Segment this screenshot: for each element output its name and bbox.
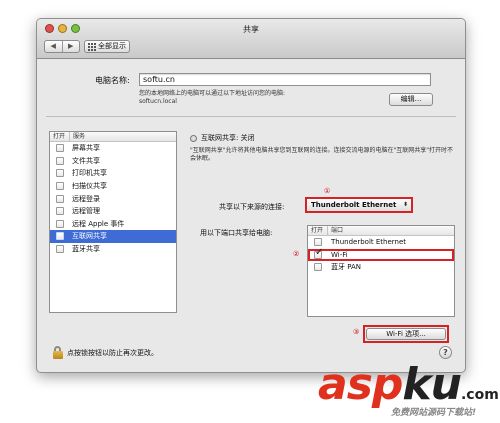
service-list: 打开 服务 屏幕共享 文件共享 打印机共享 扫描仪共享 远程登录 远程管理 远程… <box>49 131 177 313</box>
port-row-wifi[interactable]: ✓ Wi-Fi <box>308 247 454 261</box>
service-label: 扫描仪共享 <box>72 182 107 191</box>
annotation-marker-3: ③ <box>353 328 360 336</box>
port-list: 打开 端口 Thunderbolt Ethernet ✓ Wi-Fi 蓝牙 PA… <box>307 225 455 317</box>
service-row-scanner-sharing[interactable]: 扫描仪共享 <box>50 180 176 193</box>
service-label: 文件共享 <box>72 156 100 165</box>
internet-sharing-status: 互联网共享: 关闭 <box>190 133 255 143</box>
port-row-thunderbolt[interactable]: Thunderbolt Ethernet <box>308 236 454 249</box>
updown-arrows-icon: ⬍ <box>402 201 408 208</box>
window-title: 共享 <box>243 25 259 34</box>
service-checkbox[interactable] <box>56 245 64 254</box>
wifi-options-highlight: Wi-Fi 选项... <box>363 325 449 343</box>
service-row-remote-management[interactable]: 远程管理 <box>50 205 176 218</box>
port-label: 蓝牙 PAN <box>331 263 362 272</box>
service-label: 互联网共享 <box>72 232 107 241</box>
service-checkbox[interactable] <box>56 182 64 191</box>
header-on: 打开 <box>50 132 70 141</box>
service-list-header: 打开 服务 <box>50 132 176 142</box>
share-from-select[interactable]: Thunderbolt Ethernet ⬍ <box>305 197 413 213</box>
watermark-ku: ku <box>402 359 462 410</box>
internet-sharing-description: "互联网共享"允许将其他电脑共享您到互联网的连接。连接交流电源的电脑在"互联网共… <box>190 147 454 162</box>
port-checkbox[interactable] <box>314 238 322 247</box>
service-label: 屏幕共享 <box>72 144 100 153</box>
header-on: 打开 <box>308 226 328 235</box>
service-checkbox[interactable] <box>56 219 64 228</box>
service-checkbox[interactable] <box>56 207 64 216</box>
share-to-label: 用以下端口共享给电脑: <box>200 229 273 237</box>
service-row-remote-apple-events[interactable]: 远程 Apple 事件 <box>50 218 176 231</box>
lock-area: 点按锁按钮以防止再次更改。 <box>53 346 158 359</box>
forward-icon[interactable]: ▶ <box>61 41 80 52</box>
status-dot-icon <box>190 134 197 142</box>
sharing-window: 共享 ◀ ▶ 全部显示 电脑名称: softu.cn 您的本地网络上的电脑可以通… <box>36 18 466 373</box>
port-label: Wi-Fi <box>331 250 348 259</box>
service-checkbox[interactable] <box>56 156 64 165</box>
port-label: Thunderbolt Ethernet <box>331 238 407 247</box>
divider <box>46 116 456 117</box>
port-list-header: 打开 端口 <box>308 226 454 236</box>
lock-text: 点按锁按钮以防止再次更改。 <box>67 348 158 357</box>
checkmark-icon: ✓ <box>315 246 324 258</box>
service-label: 远程管理 <box>72 207 100 216</box>
service-row-printer-sharing[interactable]: 打印机共享 <box>50 167 176 180</box>
back-forward-control: ◀ ▶ <box>44 40 80 53</box>
service-checkbox[interactable] <box>56 144 64 153</box>
address-description: 您的本地网络上的电脑可以通过以下地址访问您的电脑: <box>139 90 286 97</box>
lock-icon[interactable] <box>53 346 63 359</box>
annotation-marker-1: ① <box>324 187 331 195</box>
service-row-file-sharing[interactable]: 文件共享 <box>50 155 176 168</box>
help-button[interactable]: ? <box>439 346 452 359</box>
annotation-marker-2: ② <box>293 250 300 258</box>
service-checkbox[interactable] <box>56 232 64 241</box>
port-checkbox[interactable] <box>314 263 322 272</box>
toolbar: 共享 ◀ ▶ 全部显示 <box>37 19 465 59</box>
share-from-label: 共享以下来源的连接: <box>219 203 285 211</box>
share-from-value: Thunderbolt Ethernet <box>311 201 397 209</box>
watermark-dotcom: .com <box>460 387 499 403</box>
status-text: 互联网共享: 关闭 <box>201 134 255 142</box>
show-all-button[interactable]: 全部显示 <box>84 40 130 53</box>
service-label: 蓝牙共享 <box>72 245 100 254</box>
service-row-bluetooth-sharing[interactable]: 蓝牙共享 <box>50 243 176 256</box>
service-label: 远程登录 <box>72 194 100 203</box>
show-all-label: 全部显示 <box>98 42 126 50</box>
service-checkbox[interactable] <box>56 169 64 178</box>
service-row-screen-sharing[interactable]: 屏幕共享 <box>50 142 176 155</box>
computer-name-field[interactable]: softu.cn <box>139 73 431 86</box>
port-checkbox[interactable]: ✓ <box>314 247 323 259</box>
computer-name-description: 您的本地网络上的电脑可以通过以下地址访问您的电脑: softucn.local <box>139 90 374 106</box>
local-address: softucn.local <box>139 98 177 105</box>
service-label: 远程 Apple 事件 <box>72 219 125 228</box>
grid-icon <box>88 42 96 51</box>
service-row-remote-login[interactable]: 远程登录 <box>50 192 176 205</box>
watermark-asp: asp <box>318 359 403 410</box>
back-icon[interactable]: ◀ <box>45 41 62 52</box>
wifi-options-button[interactable]: Wi-Fi 选项... <box>366 328 446 340</box>
service-label: 打印机共享 <box>72 169 107 178</box>
header-service: 服务 <box>73 133 86 140</box>
content-area: 电脑名称: softu.cn 您的本地网络上的电脑可以通过以下地址访问您的电脑:… <box>37 60 465 372</box>
service-row-internet-sharing[interactable]: 互联网共享 <box>50 230 176 243</box>
port-row-bluetooth-pan[interactable]: 蓝牙 PAN <box>308 261 454 274</box>
header-port: 端口 <box>331 227 344 234</box>
computer-name-label: 电脑名称: <box>95 76 130 85</box>
watermark-subtitle: 免费网站源码下载站! <box>391 408 477 418</box>
service-checkbox[interactable] <box>56 194 64 203</box>
edit-button[interactable]: 编辑... <box>389 93 433 106</box>
